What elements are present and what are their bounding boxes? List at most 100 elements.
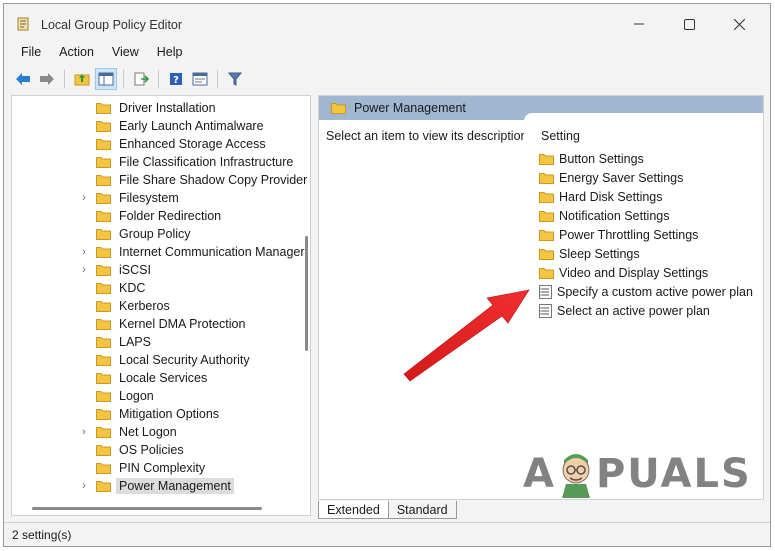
tree-item[interactable]: Folder Redirection xyxy=(12,207,224,225)
tree-item[interactable]: Group Policy xyxy=(12,225,194,243)
appuals-watermark: A PUALS xyxy=(523,450,752,498)
folder-icon xyxy=(539,210,554,222)
policy-setting-item[interactable]: Select an active power plan xyxy=(539,301,710,320)
folder-icon xyxy=(96,426,111,438)
forward-button[interactable] xyxy=(36,68,58,90)
details-pane: Power Management Select an item to view … xyxy=(318,95,764,500)
tree-item[interactable]: › Net Logon xyxy=(12,423,180,441)
maximize-button[interactable] xyxy=(666,10,712,38)
close-button[interactable] xyxy=(716,10,762,38)
tree-item-label: Folder Redirection xyxy=(119,209,222,223)
menu-action[interactable]: Action xyxy=(50,45,103,59)
watermark-right: PUALS xyxy=(595,451,752,497)
up-folder-button[interactable] xyxy=(71,68,93,90)
setting-label: Power Throttling Settings xyxy=(559,227,699,242)
tree-item[interactable]: › Internet Communication Manager xyxy=(12,243,308,261)
chevron-right-icon[interactable]: › xyxy=(78,426,90,438)
tree-item[interactable]: Logon xyxy=(12,387,157,405)
tree-item[interactable]: › Filesystem xyxy=(12,189,182,207)
tree-item-label: Local Security Authority xyxy=(119,353,250,367)
tree-item-label: Filesystem xyxy=(119,191,179,205)
tree-item-label: iSCSI xyxy=(119,263,151,277)
settings-folder-item[interactable]: Energy Saver Settings xyxy=(539,168,683,187)
toolbar-separator xyxy=(64,70,65,88)
policy-setting-icon xyxy=(539,284,552,299)
tree-item[interactable]: Driver Installation xyxy=(12,99,219,117)
tree-item-label: Group Policy xyxy=(119,227,191,241)
settings-folder-item[interactable]: Hard Disk Settings xyxy=(539,187,663,206)
policy-setting-icon xyxy=(539,303,552,318)
export-list-button[interactable] xyxy=(130,68,152,90)
menu-file[interactable]: File xyxy=(12,45,50,59)
folder-icon xyxy=(96,462,111,474)
folder-icon xyxy=(96,318,111,330)
folder-icon xyxy=(96,336,111,348)
tree-item[interactable]: › Power Management xyxy=(12,477,234,495)
folder-icon xyxy=(96,444,111,456)
tree-item[interactable]: LAPS xyxy=(12,333,154,351)
title-bar: Local Group Policy Editor xyxy=(4,4,770,40)
show-hide-tree-button[interactable] xyxy=(95,68,117,90)
tree-item[interactable]: Enhanced Storage Access xyxy=(12,135,269,153)
minimize-button[interactable] xyxy=(616,10,662,38)
settings-folder-item[interactable]: Notification Settings xyxy=(539,206,669,225)
tree-item[interactable]: File Share Shadow Copy Provider xyxy=(12,171,310,189)
chevron-right-icon[interactable]: › xyxy=(78,192,90,204)
menu-view[interactable]: View xyxy=(103,45,148,59)
tree-item[interactable]: Mitigation Options xyxy=(12,405,222,423)
tree-item[interactable]: Early Launch Antimalware xyxy=(12,117,267,135)
folder-icon xyxy=(96,246,111,258)
tree-item[interactable]: File Classification Infrastructure xyxy=(12,153,296,171)
folder-icon xyxy=(539,267,554,279)
folder-icon xyxy=(96,192,111,204)
folder-icon xyxy=(96,228,111,240)
setting-label: Notification Settings xyxy=(559,208,670,223)
tree-item[interactable]: Kerberos xyxy=(12,297,173,315)
tree-item[interactable]: Local Security Authority xyxy=(12,351,253,369)
setting-column-header[interactable]: Setting xyxy=(541,129,580,143)
chevron-right-icon[interactable]: › xyxy=(78,480,90,492)
settings-folder-item[interactable]: Power Throttling Settings xyxy=(539,225,698,244)
close-icon xyxy=(733,18,745,30)
tree-item[interactable]: OS Policies xyxy=(12,441,187,459)
tree-item[interactable]: Kernel DMA Protection xyxy=(12,315,248,333)
tree-item[interactable]: PIN Complexity xyxy=(12,459,208,477)
folder-icon xyxy=(331,103,346,114)
chevron-right-icon[interactable]: › xyxy=(78,246,90,258)
tree-item-label: Locale Services xyxy=(119,371,208,385)
tree-item[interactable]: KDC xyxy=(12,279,148,297)
back-button[interactable] xyxy=(12,68,34,90)
setting-label: Specify a custom active power plan xyxy=(557,284,753,299)
help-button[interactable]: ? xyxy=(165,68,187,90)
folder-icon xyxy=(96,282,111,294)
folder-icon xyxy=(96,300,111,312)
chevron-right-icon[interactable]: › xyxy=(78,264,90,276)
setting-label: Sleep Settings xyxy=(559,246,640,261)
settings-folder-item[interactable]: Sleep Settings xyxy=(539,244,640,263)
tree-item[interactable]: Locale Services xyxy=(12,369,210,387)
menu-help[interactable]: Help xyxy=(148,45,192,59)
tree-item-label: File Classification Infrastructure xyxy=(119,155,294,169)
settings-folder-item[interactable]: Button Settings xyxy=(539,149,644,168)
tab-standard[interactable]: Standard xyxy=(387,501,457,519)
folder-icon xyxy=(96,390,111,402)
folder-icon xyxy=(96,138,111,150)
filter-button[interactable] xyxy=(224,68,246,90)
window-title: Local Group Policy Editor xyxy=(41,18,183,32)
help-icon: ? xyxy=(170,73,182,86)
settings-folder-item[interactable]: Video and Display Settings xyxy=(539,263,708,282)
folder-icon xyxy=(96,264,111,276)
tab-extended[interactable]: Extended xyxy=(318,501,389,519)
policy-setting-item[interactable]: Specify a custom active power plan xyxy=(539,282,753,301)
tree-pane[interactable]: Driver Installation Early Launch Antimalw… xyxy=(11,95,311,516)
tree-item[interactable]: › iSCSI xyxy=(12,261,154,279)
properties-button[interactable] xyxy=(189,68,211,90)
mascot-icon xyxy=(561,454,590,498)
up-folder-icon xyxy=(74,74,90,86)
export-list-icon xyxy=(134,72,149,86)
tree-horizontal-scrollbar[interactable] xyxy=(32,507,262,510)
settings-list: Setting Button Settings Energy Saver Sett… xyxy=(524,113,763,499)
tree-item-label: File Share Shadow Copy Provider xyxy=(119,173,308,187)
folder-icon xyxy=(96,354,111,366)
svg-text:?: ? xyxy=(173,75,179,86)
